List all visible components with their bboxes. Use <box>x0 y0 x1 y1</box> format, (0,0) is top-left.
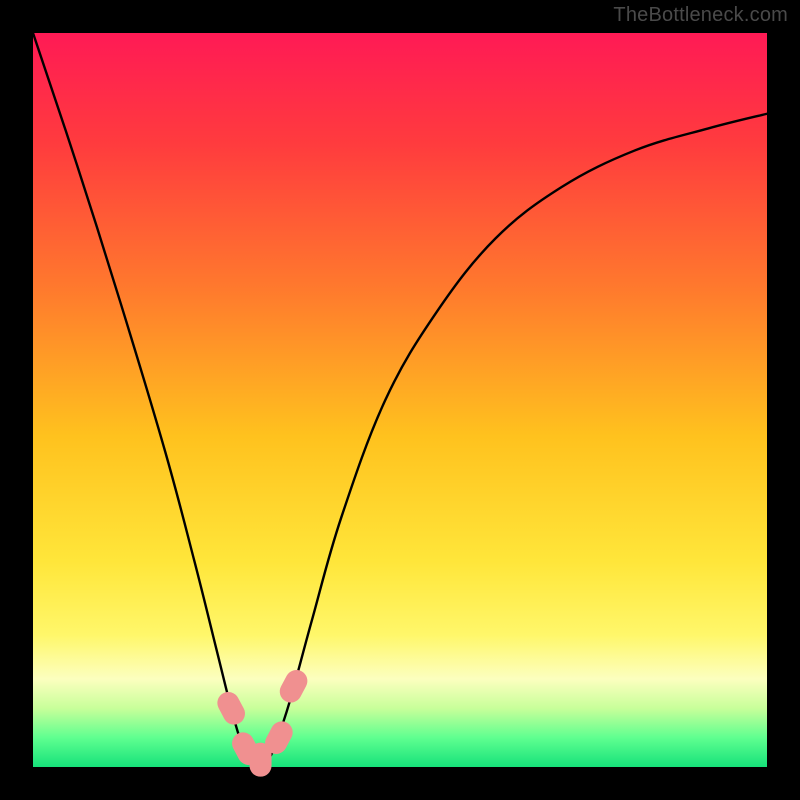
chart-svg <box>0 0 800 800</box>
watermark-text: TheBottleneck.com <box>613 4 788 27</box>
figure-root: TheBottleneck.com <box>0 0 800 800</box>
